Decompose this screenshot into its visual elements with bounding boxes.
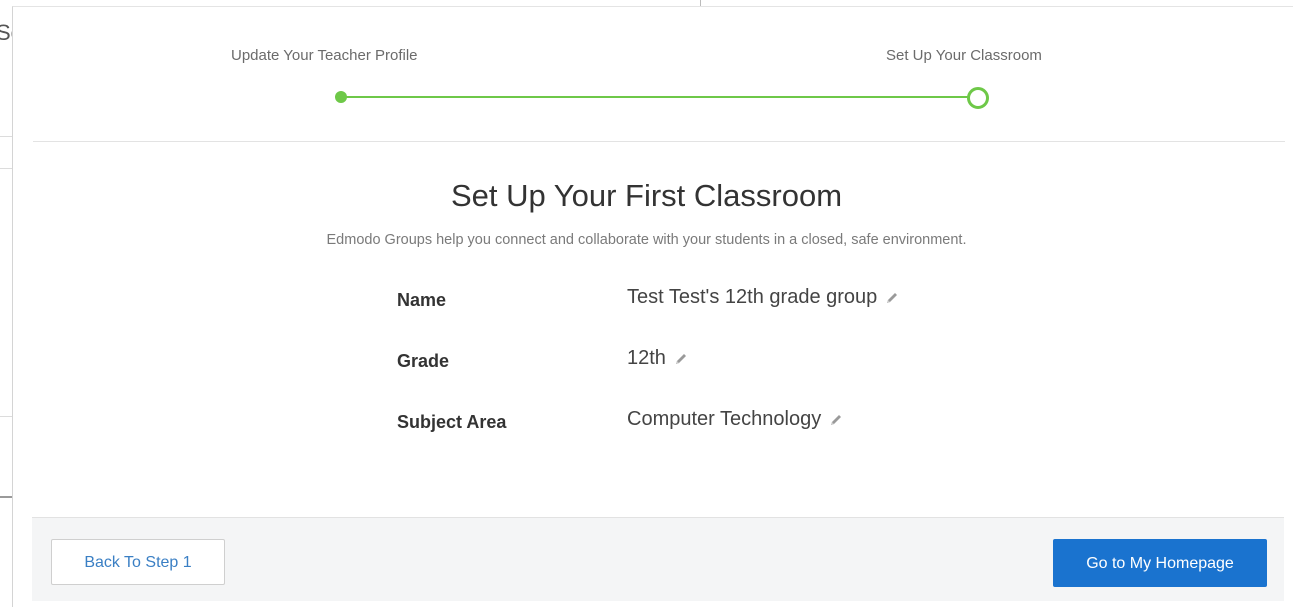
name-label: Name — [397, 290, 447, 310]
go-to-homepage-button[interactable]: Go to My Homepage — [1053, 539, 1267, 587]
progress-stepper: Update Your Teacher Profile Set Up Your … — [33, 7, 1285, 142]
background-divider — [0, 496, 12, 498]
back-to-step-1-button[interactable]: Back To Step 1 — [51, 539, 225, 585]
name-value[interactable]: Test Test's 12th grade group — [627, 286, 899, 309]
subject-area-value-text[interactable]: Computer Technology — [627, 408, 821, 431]
pencil-icon[interactable] — [674, 352, 688, 366]
step-2-current-dot — [967, 87, 989, 109]
step-2-label: Set Up Your Classroom — [886, 47, 1042, 64]
background-divider — [0, 136, 12, 137]
subject-area-value[interactable]: Computer Technology — [627, 408, 843, 431]
pencil-icon[interactable] — [885, 291, 899, 305]
name-field-row: Name Test Test's 12th grade group — [0, 286, 1293, 316]
background-divider — [0, 168, 12, 169]
name-value-text[interactable]: Test Test's 12th grade group — [627, 286, 877, 309]
subject-area-label: Subject Area — [397, 412, 507, 432]
page-title: Set Up Your First Classroom — [450, 178, 843, 213]
grade-field-row: Grade 12th — [0, 347, 1293, 377]
step-1-completed-dot — [335, 91, 347, 103]
grade-value-text[interactable]: 12th — [627, 347, 666, 370]
modal-footer: Back To Step 1 Go to My Homepage — [32, 517, 1284, 601]
pencil-icon[interactable] — [829, 413, 843, 427]
subject-area-field-row: Subject Area Computer Technology — [0, 408, 1293, 438]
grade-value[interactable]: 12th — [627, 347, 688, 370]
page-subtitle: Edmodo Groups help you connect and colla… — [326, 232, 967, 248]
progress-track — [346, 96, 969, 98]
grade-label: Grade — [397, 351, 450, 371]
step-1-label: Update Your Teacher Profile — [231, 47, 418, 64]
